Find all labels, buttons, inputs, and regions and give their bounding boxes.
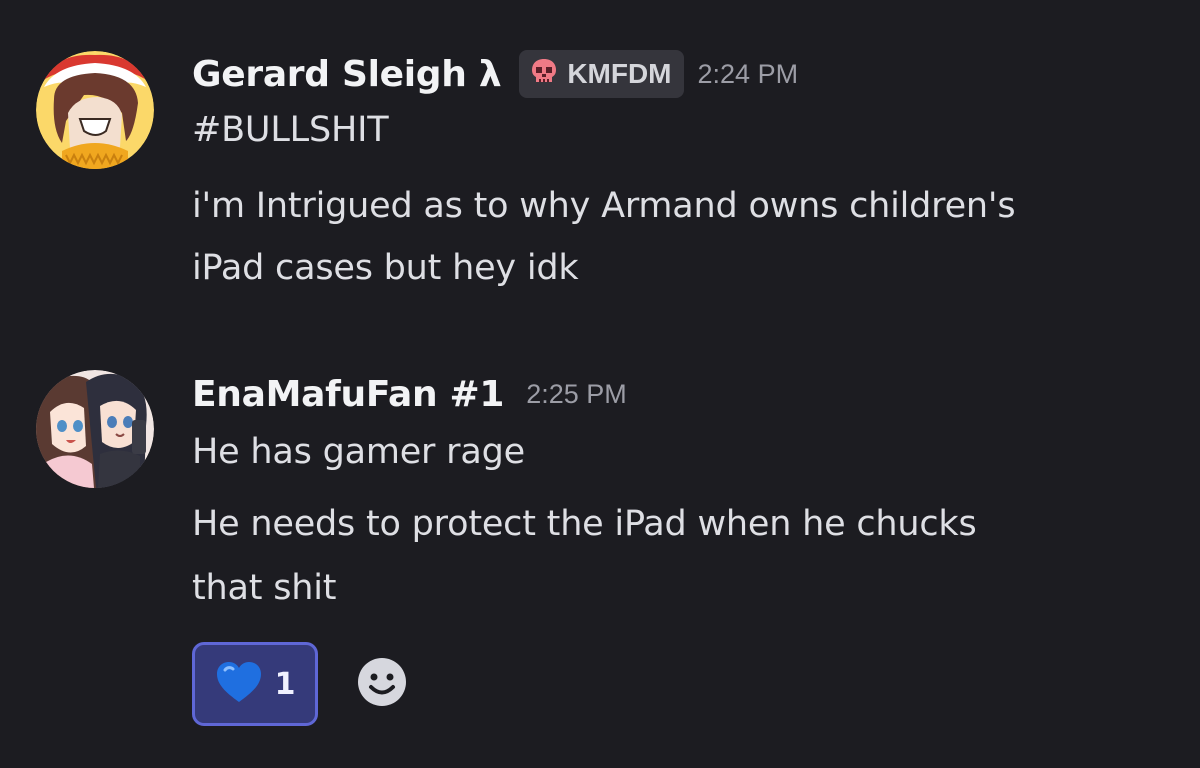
message-line: iPad cases but hey idk xyxy=(192,248,579,288)
username[interactable]: Gerard Sleigh λ xyxy=(192,54,502,95)
reaction-count: 1 xyxy=(274,666,296,702)
add-reaction-button[interactable] xyxy=(356,658,408,710)
clan-tag[interactable]: KMFDM xyxy=(519,50,684,98)
message-line: #BULLSHIT xyxy=(192,110,389,150)
chat-panel: Gerard Sleigh λ KMFDM 2:24 PM #BULLSHIT … xyxy=(0,0,1200,768)
timestamp: 2:25 PM xyxy=(526,378,627,409)
timestamp: 2:24 PM xyxy=(697,58,799,89)
reactions-bar: 1 xyxy=(192,642,408,726)
message-line: He has gamer rage xyxy=(192,432,525,472)
username[interactable]: EnaMafuFan #1 xyxy=(192,374,504,415)
message-line: that shit xyxy=(192,568,337,608)
avatar[interactable] xyxy=(36,370,154,488)
reaction-button[interactable]: 1 xyxy=(192,642,318,726)
message-line: i'm Intrigued as to why Armand owns chil… xyxy=(192,186,1016,226)
message-header: EnaMafuFan #1 2:25 PM xyxy=(192,368,627,420)
skull-icon xyxy=(529,57,559,91)
blue-heart-icon xyxy=(215,660,263,708)
avatar[interactable] xyxy=(36,51,154,169)
message-header: Gerard Sleigh λ KMFDM 2:24 PM xyxy=(192,48,798,100)
smiley-icon xyxy=(356,656,408,712)
message-line: He needs to protect the iPad when he chu… xyxy=(192,504,977,544)
clan-tag-label: KMFDM xyxy=(567,58,672,89)
